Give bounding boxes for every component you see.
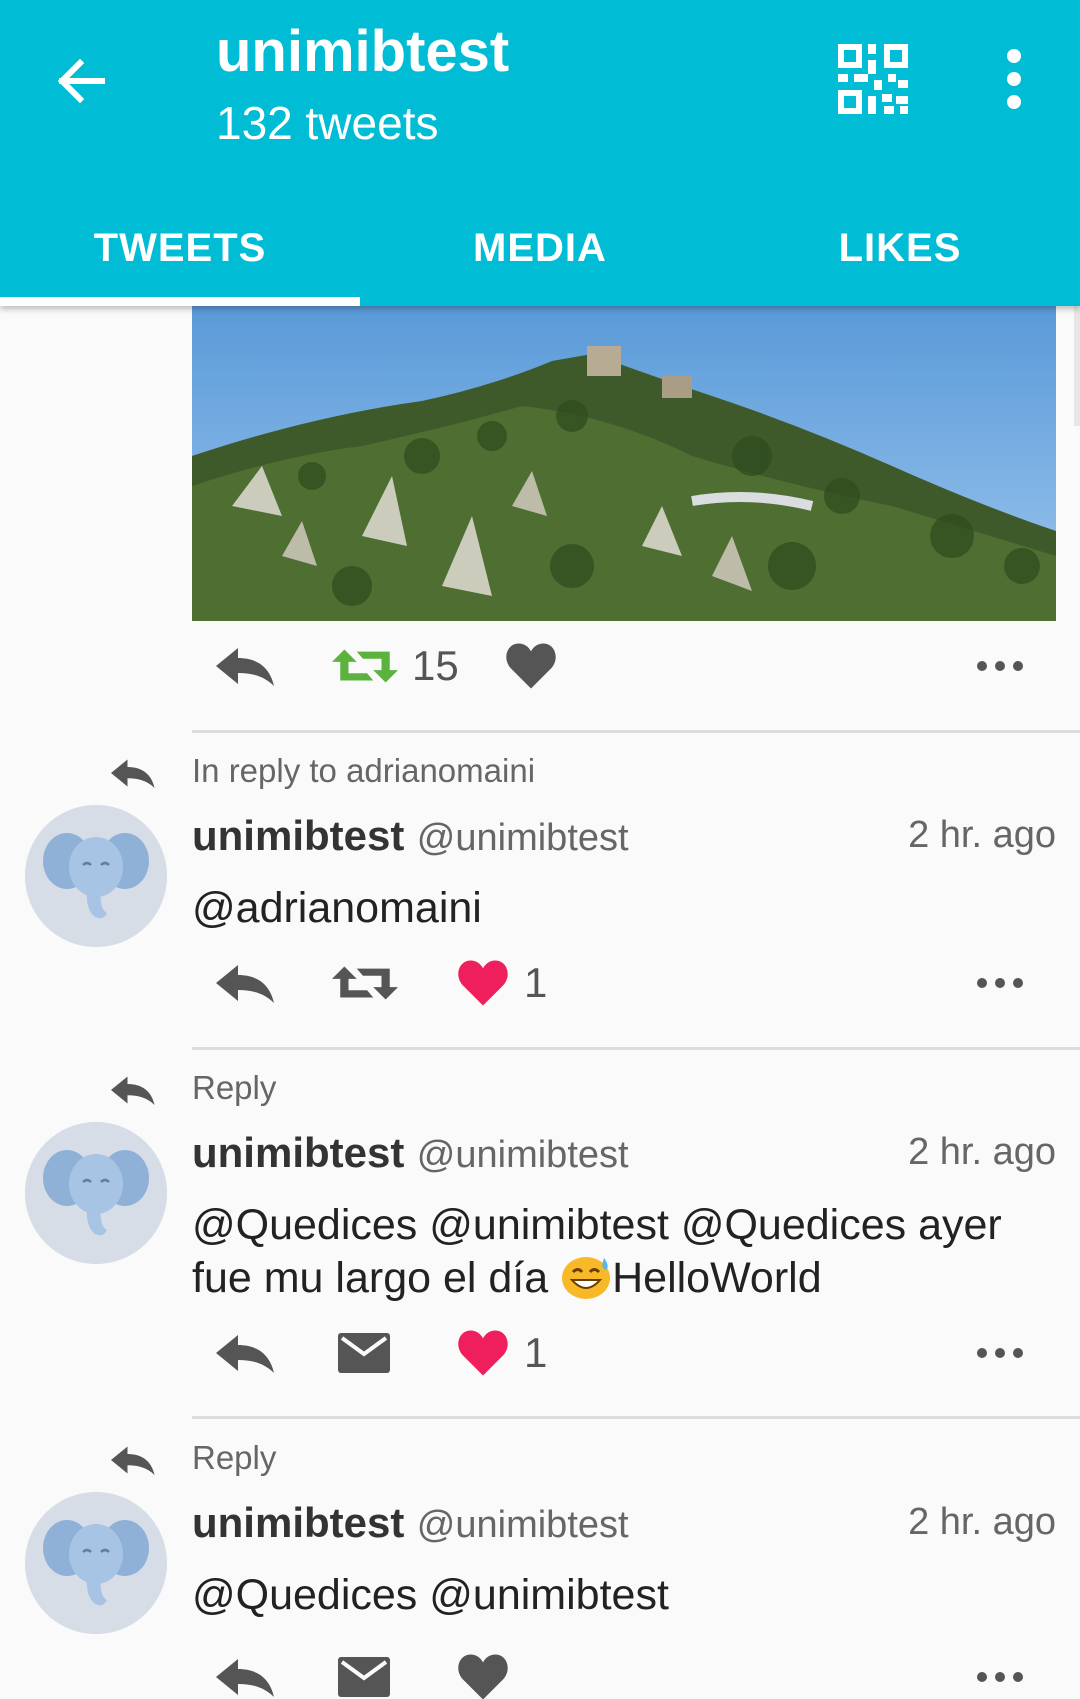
reply-button[interactable] xyxy=(212,1632,276,1699)
profile-title: unimibtest xyxy=(216,19,510,84)
like-count: 1 xyxy=(524,1329,548,1376)
reply-icon xyxy=(212,959,276,1007)
scrollbar[interactable] xyxy=(1074,306,1080,426)
tweet-divider xyxy=(192,1416,1080,1419)
tweet-author-row: unimibtest @unimibtest 2 hr. ago xyxy=(192,1499,1056,1559)
back-arrow-icon xyxy=(57,58,105,104)
reply-context: Reply xyxy=(192,1439,277,1476)
qr-code-button[interactable] xyxy=(838,44,908,114)
tab-tweets[interactable]: TWEETS xyxy=(0,190,360,306)
user-handle: @unimibtest xyxy=(416,817,629,859)
elephant-avatar-icon xyxy=(25,1122,167,1264)
tweet-text-line: fue mu largo el día HelloWorld xyxy=(192,1252,1056,1305)
avatar[interactable] xyxy=(25,1492,167,1634)
tweet-divider xyxy=(192,1047,1080,1050)
tweet-time: 2 hr. ago xyxy=(908,1131,1056,1173)
reply-icon xyxy=(212,1653,276,1699)
tweet-actions: 15 xyxy=(192,621,1056,711)
display-name[interactable]: unimibtest xyxy=(192,1129,404,1176)
reply-button[interactable] xyxy=(212,938,276,1028)
tweet-count: 132 tweets xyxy=(216,97,439,149)
tweet-time: 2 hr. ago xyxy=(908,814,1056,856)
like-button[interactable] xyxy=(504,621,558,711)
profile-tabs: TWEETS MEDIA LIKES xyxy=(0,190,1080,306)
heart-icon xyxy=(456,1328,510,1378)
tweet-text: @Quedices @unimibtest xyxy=(192,1571,669,1619)
reply-icon xyxy=(212,1329,276,1377)
tweet-author-row: unimibtest @unimibtest 2 hr. ago xyxy=(192,812,1056,872)
like-count: 1 xyxy=(524,959,548,1006)
more-options-button[interactable] xyxy=(976,1308,1024,1398)
grinning-sweat-emoji-icon xyxy=(562,1257,611,1299)
more-options-button[interactable] xyxy=(976,621,1024,711)
display-name[interactable]: unimibtest xyxy=(192,1499,404,1546)
tweet-text: @adrianomaini xyxy=(192,884,482,932)
timeline[interactable]: 15 In reply to adrianomaini unimibtest @… xyxy=(0,306,1080,1699)
more-horiz-icon xyxy=(976,1346,1024,1360)
user-handle: @unimibtest xyxy=(416,1134,629,1176)
reply-icon xyxy=(212,642,276,690)
retweet-button[interactable]: 15 xyxy=(332,621,459,711)
tweet-actions: 1 xyxy=(192,938,1056,1028)
tweet-text-segment: fue mu largo el día xyxy=(192,1254,561,1302)
tweet-time: 2 hr. ago xyxy=(908,1501,1056,1543)
direct-message-button[interactable] xyxy=(338,1632,390,1699)
tweet-actions xyxy=(192,1632,1056,1699)
retweet-count: 15 xyxy=(412,642,459,689)
back-button[interactable] xyxy=(40,36,130,126)
tab-media[interactable]: MEDIA xyxy=(360,190,720,306)
tweet-author-row: unimibtest @unimibtest 2 hr. ago xyxy=(192,1129,1056,1189)
tab-likes[interactable]: LIKES xyxy=(720,190,1080,306)
tweet-text: @Quedices @unimibtest @Quedices ayer fue… xyxy=(192,1199,1056,1305)
reply-button[interactable] xyxy=(212,1308,276,1398)
mail-icon xyxy=(338,1657,390,1697)
more-options-button[interactable] xyxy=(976,1632,1024,1699)
reply-context-icon xyxy=(108,1440,156,1480)
tweet-divider xyxy=(192,730,1080,733)
reply-context-icon xyxy=(108,1070,156,1110)
tweet-text-segment: HelloWorld xyxy=(612,1254,822,1302)
reply-button[interactable] xyxy=(212,621,276,711)
direct-message-button[interactable] xyxy=(338,1308,390,1398)
tweet-actions: 1 xyxy=(192,1308,1056,1398)
heart-icon xyxy=(456,958,510,1008)
reply-context: In reply to adrianomaini xyxy=(192,752,536,789)
retweet-icon xyxy=(332,645,398,687)
more-options-button[interactable] xyxy=(976,938,1024,1028)
more-horiz-icon xyxy=(976,1670,1024,1684)
more-horiz-icon xyxy=(976,976,1024,990)
like-button[interactable]: 1 xyxy=(456,938,547,1028)
more-horiz-icon xyxy=(976,659,1024,673)
avatar[interactable] xyxy=(25,1122,167,1264)
tweet-media-image[interactable] xyxy=(192,306,1056,621)
like-button[interactable] xyxy=(456,1632,510,1699)
elephant-avatar-icon xyxy=(25,1492,167,1634)
heart-icon xyxy=(456,1652,510,1699)
qr-code-icon xyxy=(838,44,908,114)
reply-context-icon xyxy=(108,753,156,793)
avatar[interactable] xyxy=(25,805,167,947)
overflow-menu-button[interactable] xyxy=(985,40,1043,118)
retweet-button[interactable] xyxy=(332,938,398,1028)
more-vert-icon xyxy=(1007,49,1021,109)
heart-icon xyxy=(504,641,558,691)
tweet-text-line: @Quedices @unimibtest @Quedices ayer xyxy=(192,1201,1002,1249)
retweet-icon xyxy=(332,962,398,1004)
mail-icon xyxy=(338,1333,390,1373)
landscape-photo xyxy=(192,306,1056,621)
reply-context: Reply xyxy=(192,1069,277,1106)
user-handle: @unimibtest xyxy=(416,1504,629,1546)
display-name[interactable]: unimibtest xyxy=(192,812,404,859)
app-bar: unimibtest 132 tweets TWEETS MEDIA LIKES xyxy=(0,0,1080,306)
elephant-avatar-icon xyxy=(25,805,167,947)
like-button[interactable]: 1 xyxy=(456,1308,547,1398)
